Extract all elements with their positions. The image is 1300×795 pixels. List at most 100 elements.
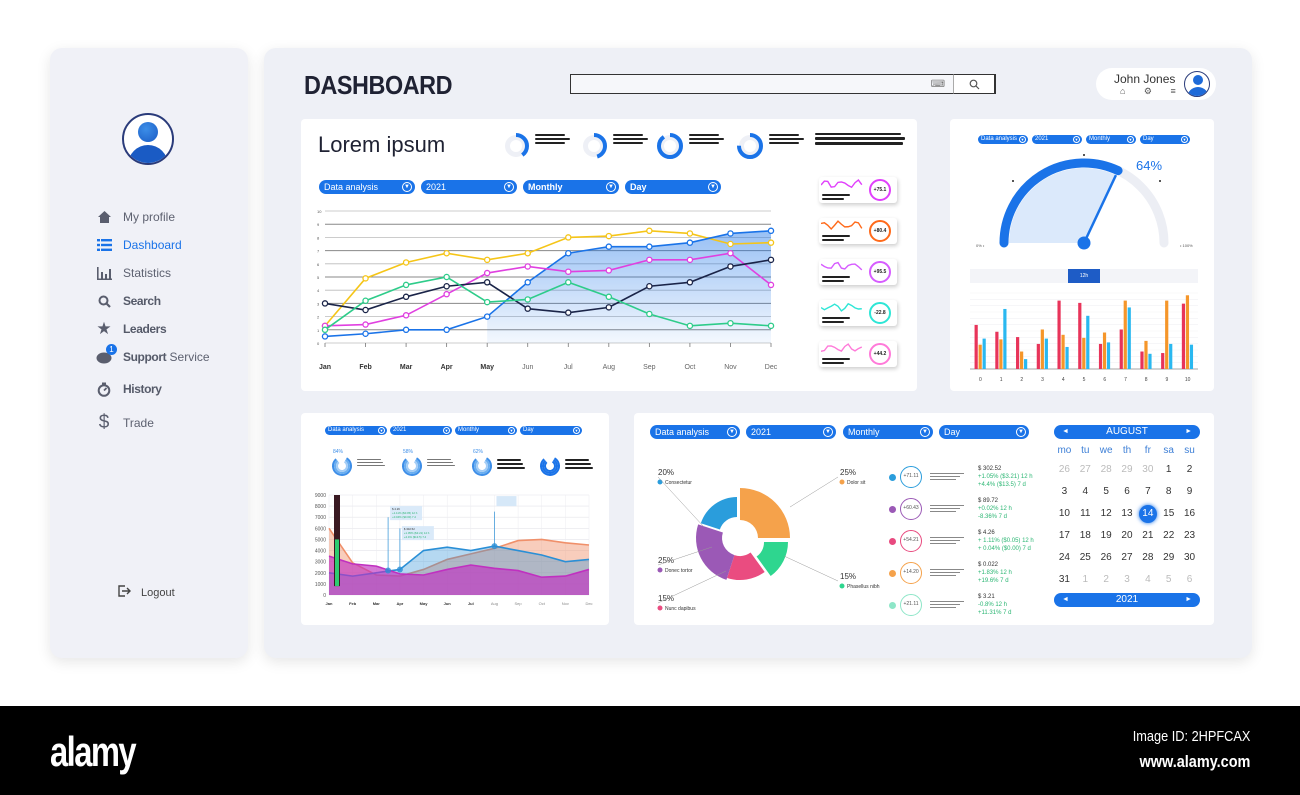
filter-granularity[interactable]: Day ▼ bbox=[520, 426, 582, 435]
spark-card[interactable]: +75.1 bbox=[819, 177, 897, 203]
search-button[interactable] bbox=[953, 74, 995, 94]
filter-period[interactable]: Monthly ▼ bbox=[843, 425, 933, 439]
user-badge[interactable]: John Jones ⌂ ⚙ ≡ bbox=[1096, 68, 1216, 100]
caption-line bbox=[497, 459, 521, 461]
sidebar-item-dashboard[interactable]: Dashboard bbox=[95, 233, 210, 257]
calendar-day[interactable]: 25 bbox=[1075, 547, 1096, 569]
next-month-button[interactable]: ► bbox=[1185, 425, 1192, 439]
filter-granularity[interactable]: Day ▼ bbox=[1140, 135, 1190, 144]
spark-card[interactable]: +80.4 bbox=[819, 218, 897, 244]
filter-year[interactable]: 2021 ▼ bbox=[746, 425, 836, 439]
data-point-yellow bbox=[686, 230, 694, 237]
calendar-day[interactable]: 26 bbox=[1054, 459, 1075, 481]
filter-period[interactable]: Monthly ▼ bbox=[523, 180, 619, 194]
filter-year[interactable]: 2021 ▼ bbox=[1032, 135, 1082, 144]
calendar-day[interactable]: 2 bbox=[1096, 569, 1117, 591]
calendar-day[interactable]: 4 bbox=[1075, 481, 1096, 503]
calendar-day[interactable]: 26 bbox=[1096, 547, 1117, 569]
filter-data-analysis[interactable]: Data analysis ▼ bbox=[319, 180, 415, 194]
spark-card[interactable]: -22.8 bbox=[819, 300, 897, 326]
calendar-day[interactable]: 2 bbox=[1179, 459, 1200, 481]
calendar-day[interactable]: 30 bbox=[1179, 547, 1200, 569]
sidebar-item-statistics[interactable]: Statistics bbox=[95, 261, 210, 285]
calendar-day[interactable]: 15 bbox=[1158, 503, 1179, 525]
filter-period[interactable]: Monthly ▼ bbox=[1086, 135, 1136, 144]
calendar-day[interactable]: 27 bbox=[1117, 547, 1138, 569]
range-tab[interactable] bbox=[1003, 269, 1036, 283]
calendar-day[interactable]: 6 bbox=[1117, 481, 1138, 503]
filter-granularity[interactable]: Day ▼ bbox=[625, 180, 721, 194]
filter-period[interactable]: Monthly ▼ bbox=[455, 426, 517, 435]
calendar-day[interactable]: 8 bbox=[1158, 481, 1179, 503]
calendar-day[interactable]: 30 bbox=[1137, 459, 1158, 481]
filter-granularity[interactable]: Day ▼ bbox=[939, 425, 1029, 439]
calendar-day[interactable]: 19 bbox=[1096, 525, 1117, 547]
calendar-day[interactable]: 28 bbox=[1137, 547, 1158, 569]
asset-row[interactable]: +60.43 $ 89.72 +0.02% 12 h -8.36% 7 d bbox=[889, 497, 1012, 521]
main-line-chart: 0 1 2 3 4 5 6 7 8 9 10 Jan Feb Mar Apr May Jun Jul Aug Sep O… bbox=[317, 209, 778, 371]
range-tab[interactable] bbox=[1165, 269, 1198, 283]
asset-row[interactable]: +54.21 $ 4.26 + 1.11% ($0.05) 12 h + 0.04% … bbox=[889, 529, 1034, 553]
logout-button[interactable]: Logout bbox=[118, 585, 175, 600]
keyboard-icon[interactable]: ⌨ bbox=[931, 79, 945, 90]
calendar-day[interactable]: 3 bbox=[1054, 481, 1075, 503]
asset-row[interactable]: +14.20 $ 0.022 +1.83% 12 h +19.6% 7 d bbox=[889, 561, 1012, 585]
prev-year-button[interactable]: ◄ bbox=[1062, 593, 1069, 607]
calendar-day[interactable]: 27 bbox=[1075, 459, 1096, 481]
calendar-day[interactable]: 17 bbox=[1054, 525, 1075, 547]
calendar-day[interactable]: 5 bbox=[1158, 569, 1179, 591]
range-tab[interactable] bbox=[1100, 269, 1133, 283]
calendar-day[interactable]: 10 bbox=[1054, 503, 1075, 525]
calendar-day[interactable]: 6 bbox=[1179, 569, 1200, 591]
asset-row[interactable]: +71.11 $ 302.52 +1.05% ($3.21) 12 h +4.4% (… bbox=[889, 465, 1033, 489]
search-input[interactable] bbox=[571, 76, 951, 94]
range-tab[interactable] bbox=[1133, 269, 1166, 283]
filter-year[interactable]: 2021 ▼ bbox=[390, 426, 452, 435]
sidebar-item-search[interactable]: Search bbox=[95, 289, 210, 313]
calendar-day[interactable]: 5 bbox=[1096, 481, 1117, 503]
calendar-day[interactable]: 9 bbox=[1179, 481, 1200, 503]
filter-data-analysis[interactable]: Data analysis ▼ bbox=[325, 426, 387, 435]
calendar-day[interactable]: 20 bbox=[1117, 525, 1138, 547]
filter-data-analysis[interactable]: Data analysis ▼ bbox=[978, 135, 1028, 144]
calendar-day[interactable]: 16 bbox=[1179, 503, 1200, 525]
profile-avatar[interactable] bbox=[122, 113, 174, 165]
calendar-day[interactable]: 18 bbox=[1075, 525, 1096, 547]
filter-data-analysis[interactable]: Data analysis ▼ bbox=[650, 425, 740, 439]
asset-row[interactable]: +21.11 $ 3.21 -0.8% 12 h +11.31% 7 d bbox=[889, 593, 1011, 617]
calendar-day[interactable]: 23 bbox=[1179, 525, 1200, 547]
range-tab[interactable] bbox=[970, 269, 1003, 283]
calendar-day[interactable]: 28 bbox=[1096, 459, 1117, 481]
next-year-button[interactable]: ► bbox=[1185, 593, 1192, 607]
user-quick-icons[interactable]: ⌂ ⚙ ≡ bbox=[1120, 86, 1184, 97]
sidebar-item-my-profile[interactable]: My profile bbox=[95, 205, 210, 229]
spark-card[interactable]: +95.5 bbox=[819, 259, 897, 285]
calendar-day[interactable]: 13 bbox=[1117, 503, 1138, 525]
filter-year[interactable]: 2021 ▼ bbox=[421, 180, 517, 194]
calendar-day[interactable]: 1 bbox=[1158, 459, 1179, 481]
calendar-day[interactable]: 21 bbox=[1137, 525, 1158, 547]
sidebar-item-trade[interactable]: $ Trade bbox=[95, 411, 210, 435]
calendar-day[interactable]: 7 bbox=[1137, 481, 1158, 503]
caption-line bbox=[769, 134, 799, 136]
calendar-day[interactable]: 29 bbox=[1158, 547, 1179, 569]
calendar-day[interactable]: 24 bbox=[1054, 547, 1075, 569]
calendar-day[interactable]: 11 bbox=[1075, 503, 1096, 525]
sidebar-item-leaders[interactable]: ★ Leaders bbox=[95, 317, 210, 341]
calendar-day[interactable]: 4 bbox=[1137, 569, 1158, 591]
range-tab[interactable] bbox=[1035, 269, 1068, 283]
calendar-day[interactable]: 1 bbox=[1075, 569, 1096, 591]
prev-month-button[interactable]: ◄ bbox=[1062, 425, 1069, 439]
calendar-day[interactable]: 12 bbox=[1096, 503, 1117, 525]
range-tab[interactable]: 12h bbox=[1067, 269, 1101, 283]
x-tick-label: 7 bbox=[1124, 377, 1127, 383]
calendar-day[interactable]: 31 bbox=[1054, 569, 1075, 591]
user-avatar[interactable] bbox=[1184, 71, 1210, 97]
sidebar-item-history[interactable]: History bbox=[95, 377, 210, 401]
calendar-day[interactable]: 22 bbox=[1158, 525, 1179, 547]
calendar-day-selected[interactable]: 14 bbox=[1137, 503, 1158, 525]
calendar-day[interactable]: 29 bbox=[1117, 459, 1138, 481]
calendar-day[interactable]: 3 bbox=[1117, 569, 1138, 591]
sidebar-item-support-service[interactable]: 1 Support Service bbox=[95, 344, 210, 369]
spark-card[interactable]: +44.2 bbox=[819, 341, 897, 367]
